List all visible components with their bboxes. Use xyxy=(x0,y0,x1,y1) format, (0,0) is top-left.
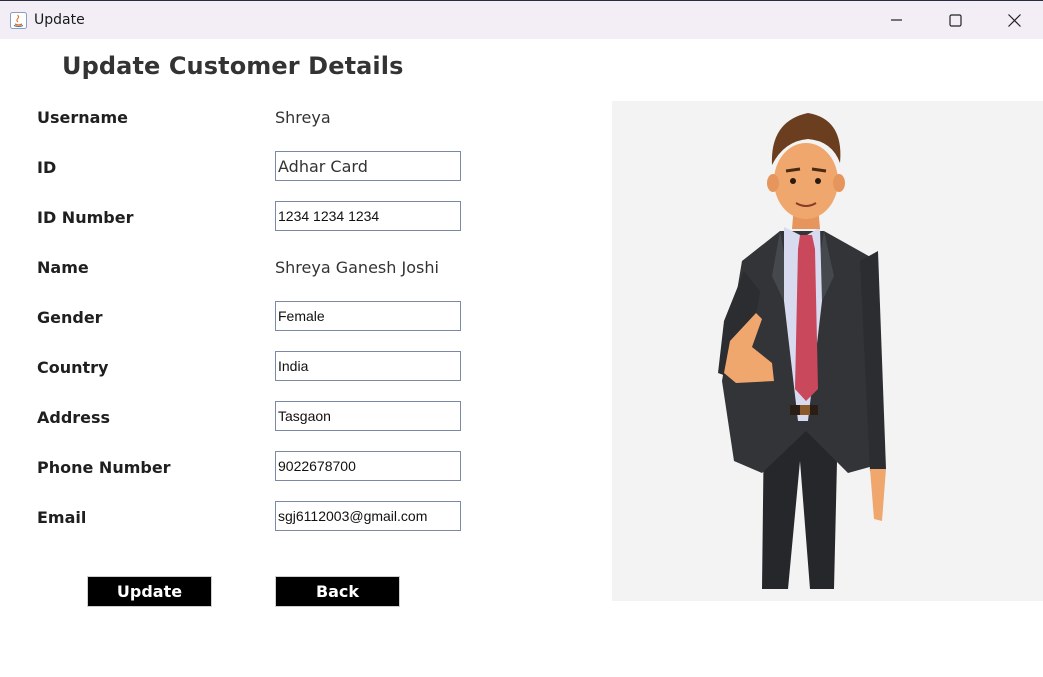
back-button[interactable]: Back xyxy=(275,576,400,607)
minimize-icon xyxy=(891,19,902,21)
close-button[interactable] xyxy=(991,1,1037,39)
id-number-input[interactable] xyxy=(275,201,461,231)
java-app-icon xyxy=(10,12,27,29)
gender-input[interactable] xyxy=(275,301,461,331)
username-value: Shreya xyxy=(275,108,331,127)
phone-label: Phone Number xyxy=(37,458,171,477)
maximize-icon xyxy=(948,13,962,27)
name-value: Shreya Ganesh Joshi xyxy=(275,258,439,277)
id-input[interactable] xyxy=(275,151,461,181)
id-label: ID xyxy=(37,158,57,177)
gender-label: Gender xyxy=(37,308,103,327)
address-input[interactable] xyxy=(275,401,461,431)
close-icon xyxy=(1007,13,1021,27)
email-input[interactable] xyxy=(275,501,461,531)
name-label: Name xyxy=(37,258,89,277)
email-label: Email xyxy=(37,508,87,527)
address-label: Address xyxy=(37,408,111,427)
country-input[interactable] xyxy=(275,351,461,381)
maximize-button[interactable] xyxy=(932,1,978,39)
page-title: Update Customer Details xyxy=(62,52,404,80)
username-label: Username xyxy=(37,108,128,127)
phone-input[interactable] xyxy=(275,451,461,481)
id-number-label: ID Number xyxy=(37,208,134,227)
update-button[interactable]: Update xyxy=(87,576,212,607)
businessman-illustration xyxy=(612,101,1043,601)
minimize-button[interactable] xyxy=(874,1,920,39)
country-label: Country xyxy=(37,358,109,377)
window-title: Update xyxy=(34,12,85,28)
businessman-handshake-image xyxy=(718,113,886,589)
window-titlebar: Update xyxy=(0,0,1043,39)
